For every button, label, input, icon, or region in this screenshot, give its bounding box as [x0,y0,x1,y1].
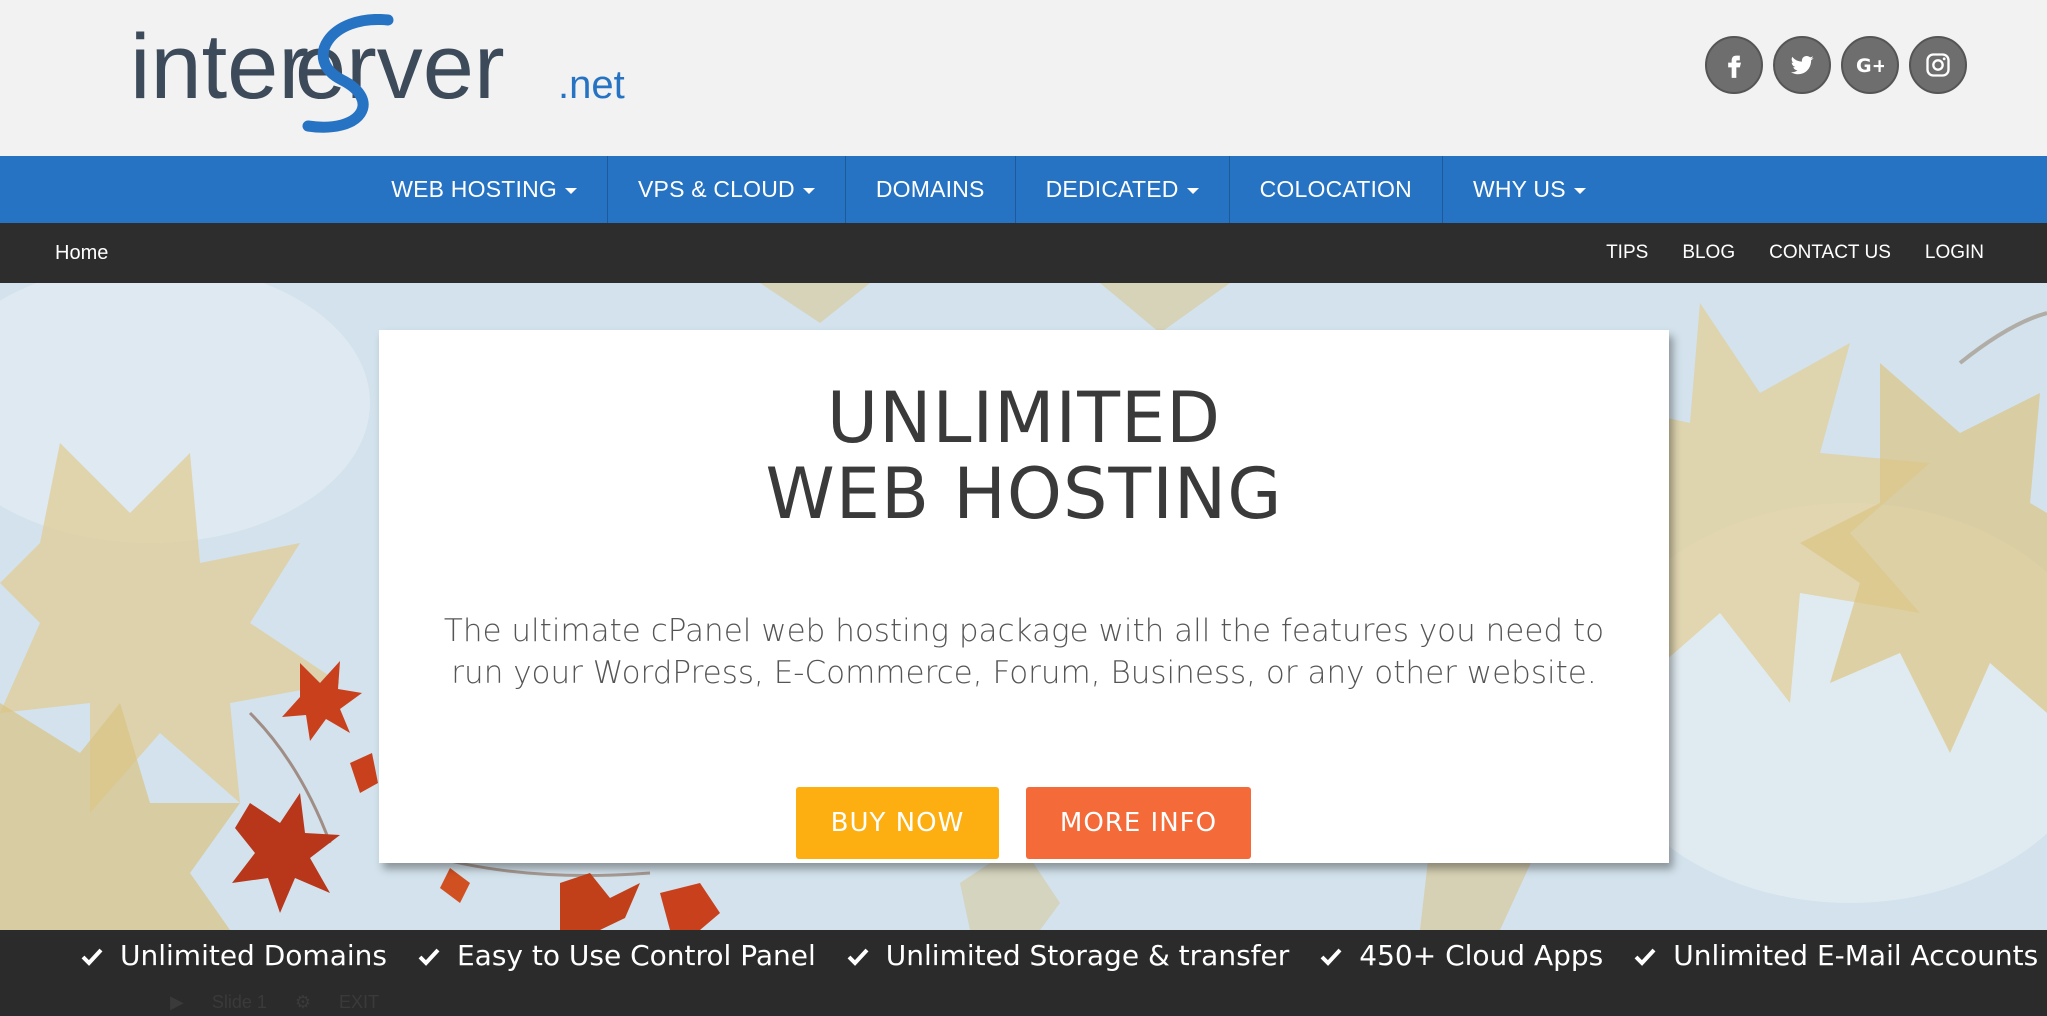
hero-description: The ultimate cPanel web hosting package … [443,613,1605,691]
feature-bar: Unlimited Domains Easy to Use Control Pa… [0,930,2047,1016]
feature-item: 450+ Cloud Apps [1319,930,1603,1000]
play-icon[interactable]: ▶ [170,992,184,1013]
hero-title: UNLIMITED WEB HOSTING [379,380,1669,532]
facebook-icon[interactable] [1705,36,1763,94]
caret-down-icon [1573,187,1586,194]
nav-why-us[interactable]: WHY US [1443,156,1616,223]
checkmark-icon [1319,943,1343,967]
hero-title-line1: UNLIMITED [826,377,1222,459]
nav-label: COLOCATION [1259,176,1412,202]
nav-label: DOMAINS [875,176,985,202]
interserver-logo[interactable]: inter erver .net [130,14,630,134]
nav-label: WHY US [1472,176,1566,202]
feature-item: Unlimited Storage & transfer [846,930,1290,1000]
nav-dedicated[interactable]: DEDICATED [1016,156,1230,223]
buy-now-button[interactable]: BUY NOW [796,787,999,859]
caret-down-icon [1186,187,1199,194]
breadcrumb-home[interactable]: Home [55,223,108,283]
nav-label: WEB HOSTING [391,176,557,202]
login-link[interactable]: LOGIN [1925,223,1984,283]
main-nav: WEB HOSTING VPS & CLOUD DOMAINS DEDICATE… [0,156,2047,223]
blog-link[interactable]: BLOG [1682,223,1735,283]
caret-down-icon [564,187,577,194]
nav-label: DEDICATED [1045,176,1179,202]
feature-label: Easy to Use Control Panel [456,938,816,972]
google-plus-icon[interactable]: G+ [1841,36,1899,94]
checkmark-icon [417,943,441,967]
slide-label: Slide 1 [211,992,267,1012]
slider-controls: ▶ Slide 1 ⚙ EXIT [170,992,379,1013]
twitter-icon[interactable] [1773,36,1831,94]
feature-item: Easy to Use Control Panel [417,930,816,1000]
nav-vps-cloud[interactable]: VPS & CLOUD [608,156,846,223]
feature-label: Unlimited Domains [120,938,387,972]
utility-links: TIPS BLOG CONTACT US LOGIN [1606,223,1984,283]
nav-colocation[interactable]: COLOCATION [1230,156,1443,223]
feature-item: Unlimited Domains [80,930,387,1000]
logo-text-net: .net [558,63,625,107]
top-header: inter erver .net G+ [0,0,2047,156]
hero-title-line2: WEB HOSTING [765,453,1283,535]
feature-label: Unlimited Storage & transfer [885,938,1290,972]
instagram-icon[interactable] [1909,36,1967,94]
exit-label[interactable]: EXIT [339,992,379,1013]
contact-us-link[interactable]: CONTACT US [1769,223,1891,283]
feature-item: Unlimited E-Mail Accounts [1633,930,2038,1000]
checkmark-icon [846,943,870,967]
feature-label: 450+ Cloud Apps [1359,938,1604,972]
settings-icon[interactable]: ⚙ [295,992,311,1013]
sub-nav: Home TIPS BLOG CONTACT US LOGIN [0,223,2047,283]
hero-card: UNLIMITED WEB HOSTING The ultimate cPane… [379,330,1669,863]
tips-link[interactable]: TIPS [1606,223,1648,283]
feature-label: Unlimited E-Mail Accounts [1673,938,2039,972]
nav-web-hosting[interactable]: WEB HOSTING [361,156,608,223]
checkmark-icon [1633,943,1657,967]
hero-banner: UNLIMITED WEB HOSTING The ultimate cPane… [0,283,2047,930]
checkmark-icon [80,943,104,967]
more-info-button[interactable]: MORE INFO [1026,787,1251,859]
caret-down-icon [802,187,815,194]
social-links: G+ [1705,36,1967,94]
svg-text:G+: G+ [1856,55,1884,77]
nav-label: VPS & CLOUD [637,176,795,202]
logo-text-inter: inter [130,16,309,118]
nav-domains[interactable]: DOMAINS [846,156,1016,223]
